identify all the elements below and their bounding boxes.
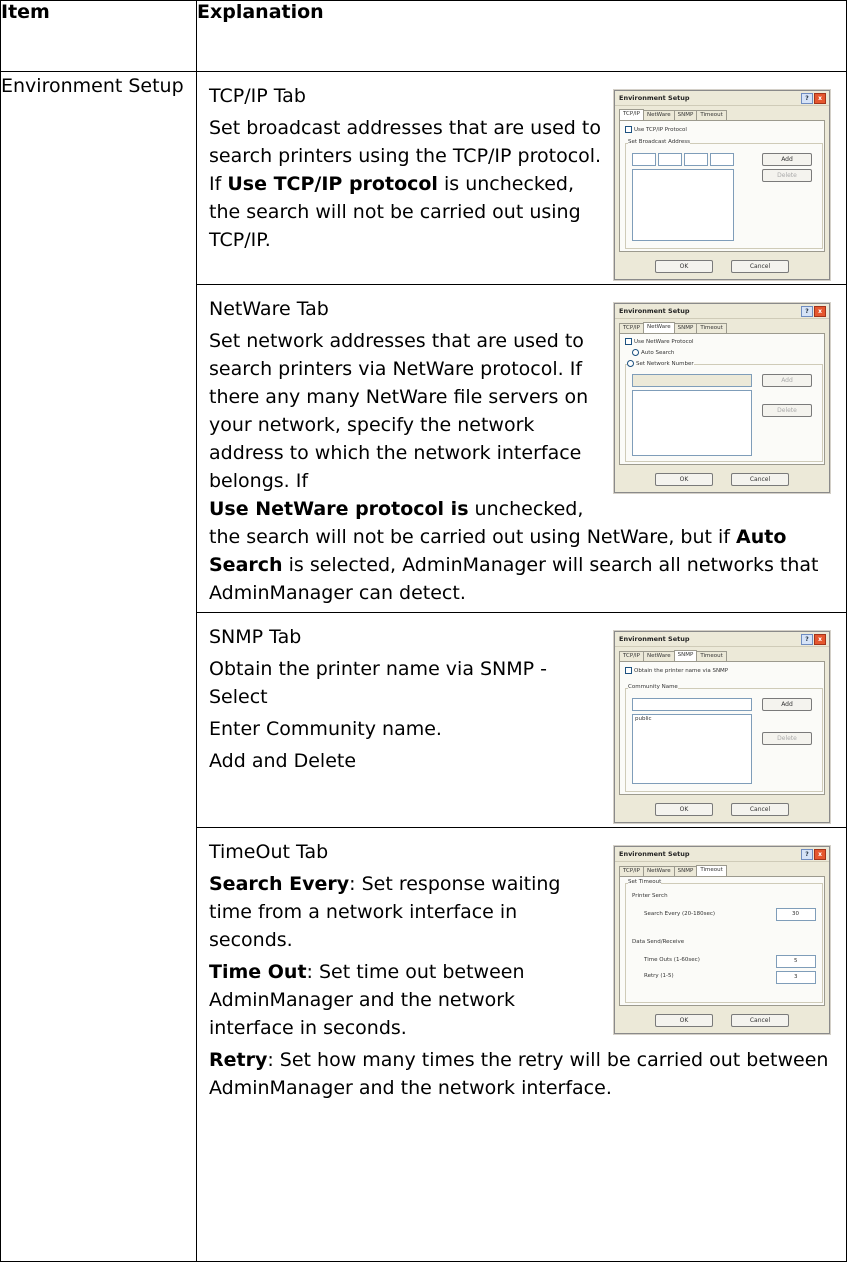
snmp-dialog-screenshot: Environment Setup? x TCP/IP NetWare SNMP Tim… xyxy=(614,631,830,823)
checkbox-icon xyxy=(625,338,632,345)
cancel-button: Cancel xyxy=(731,803,789,816)
search-every-value: 30 xyxy=(792,911,799,917)
tab-tcpip: TCP/IP xyxy=(619,323,644,333)
netware-cell: Environment Setup? x TCP/IP NetWare SNMP Tim… xyxy=(196,284,847,613)
delete-button: Delete xyxy=(762,732,812,745)
tab-timeout: Timeout xyxy=(696,110,727,120)
delete-button: Delete xyxy=(762,169,812,182)
obtain-name-checkbox-label: Obtain the printer name via SNMP xyxy=(634,668,729,674)
explanation-table: Item Explanation Environment Setup Envir… xyxy=(0,0,847,1262)
tab-timeout: Timeout xyxy=(696,651,727,661)
use-netware-checkbox-label: Use NetWare Protocol xyxy=(634,339,694,345)
close-icon: x xyxy=(814,93,826,104)
retry-description: Retry: Set how many times the retry will… xyxy=(209,1049,829,1099)
community-group-label: Community Name xyxy=(628,684,678,691)
tab-snmp: SNMP xyxy=(673,110,698,120)
tab-snmp: SNMP xyxy=(673,323,698,333)
ok-button: OK xyxy=(655,260,713,273)
tab-netware: NetWare xyxy=(643,110,675,120)
cancel-button: Cancel xyxy=(731,1014,789,1027)
checkbox-icon xyxy=(625,667,632,674)
auto-search-radio-label: Auto Search xyxy=(641,350,675,356)
tab-tcpip: TCP/IP xyxy=(619,651,644,661)
close-icon: x xyxy=(814,634,826,645)
add-button: Add xyxy=(762,374,812,387)
checkbox-icon xyxy=(625,126,632,133)
dialog-title: Environment Setup xyxy=(619,635,690,643)
search-every-label: Search Every (20-180sec) xyxy=(644,911,716,917)
tcp-dialog-screenshot: Environment Setup? x TCP/IP NetWare SNMP Tim… xyxy=(614,90,830,280)
set-timeout-label: Set Timeout xyxy=(628,879,662,886)
retry-label: Retry (1-5) xyxy=(644,973,674,979)
item-environment-setup: Environment Setup xyxy=(1,75,184,97)
help-icon: ? xyxy=(801,849,813,860)
community-list-item: public xyxy=(635,716,652,722)
delete-button: Delete xyxy=(762,404,812,417)
broadcast-group-label: Set Broadcast Address xyxy=(628,139,690,146)
help-icon: ? xyxy=(801,306,813,317)
help-icon: ? xyxy=(801,634,813,645)
item-cell: Environment Setup xyxy=(0,71,197,1262)
dialog-title: Environment Setup xyxy=(619,94,690,102)
cancel-button: Cancel xyxy=(731,473,789,486)
add-button: Add xyxy=(762,698,812,711)
table-row: Environment Setup Environment Setup? x TC… xyxy=(0,71,847,1262)
tab-snmp: SNMP xyxy=(673,650,698,661)
tab-netware: NetWare xyxy=(643,651,675,661)
set-network-number-radio-label: Set Network Number xyxy=(636,361,694,367)
ok-button: OK xyxy=(655,1014,713,1027)
header-explanation: Explanation xyxy=(196,0,847,72)
cancel-button: Cancel xyxy=(731,260,789,273)
printer-search-label: Printer Serch xyxy=(632,893,668,899)
add-button: Add xyxy=(762,153,812,166)
retry-value: 3 xyxy=(794,974,798,980)
close-icon: x xyxy=(814,849,826,860)
tab-tcpip: TCP/IP xyxy=(619,109,644,120)
tcp-cell: Environment Setup? x TCP/IP NetWare SNMP Tim… xyxy=(196,71,847,285)
tab-timeout: Timeout xyxy=(696,323,727,333)
tab-timeout: Timeout xyxy=(696,865,727,876)
radio-icon xyxy=(632,349,639,356)
time-outs-label: Time Outs (1-60sec) xyxy=(644,957,700,963)
tab-netware: NetWare xyxy=(643,322,675,333)
close-icon: x xyxy=(814,306,826,317)
help-icon: ? xyxy=(801,93,813,104)
use-tcpip-checkbox-label: Use TCP/IP Protocol xyxy=(634,127,687,133)
header-item: Item xyxy=(0,0,197,72)
timeout-cell: Environment Setup? x TCP/IP NetWare SNMP Tim… xyxy=(196,827,847,1262)
tab-tcpip: TCP/IP xyxy=(619,866,644,876)
dialog-title: Environment Setup xyxy=(619,307,690,315)
netware-dialog-screenshot: Environment Setup? x TCP/IP NetWare SNMP Tim… xyxy=(614,303,830,493)
data-send-receive-label: Data Send/Receive xyxy=(632,939,685,945)
timeout-dialog-screenshot: Environment Setup? x TCP/IP NetWare SNMP Tim… xyxy=(614,846,830,1034)
radio-icon xyxy=(627,360,634,367)
dialog-title: Environment Setup xyxy=(619,850,690,858)
snmp-cell: Environment Setup? x TCP/IP NetWare SNMP Tim… xyxy=(196,612,847,828)
ok-button: OK xyxy=(655,473,713,486)
ok-button: OK xyxy=(655,803,713,816)
tab-netware: NetWare xyxy=(643,866,675,876)
table-header-row: Item Explanation xyxy=(0,0,847,72)
time-outs-value: 5 xyxy=(794,958,798,964)
tab-snmp: SNMP xyxy=(673,866,698,876)
